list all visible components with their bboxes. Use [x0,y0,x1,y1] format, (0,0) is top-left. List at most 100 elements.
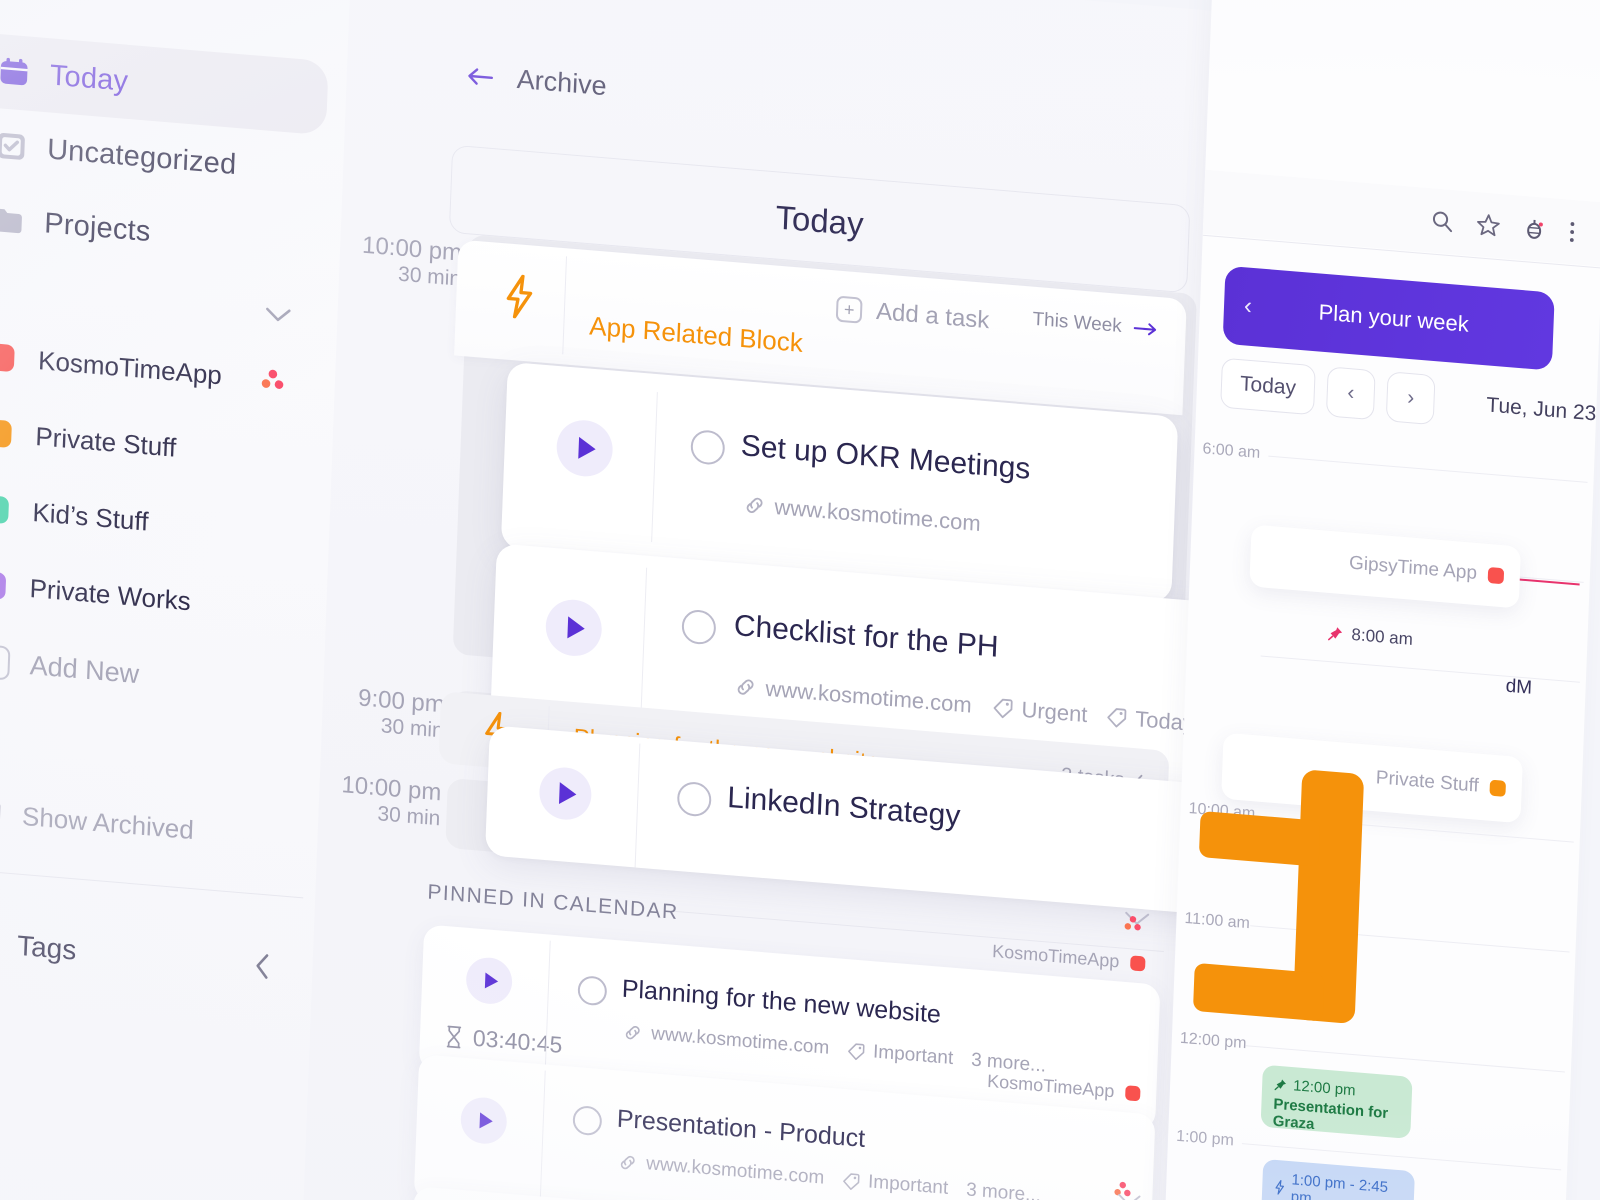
project-color-swatch [0,494,10,524]
calendar-date: Tue, Jun 23 [1485,393,1597,426]
task-title: Set up OKR Meetings [740,429,1031,486]
more-tags-label[interactable]: 3 more... [966,1179,1042,1200]
this-week-label: This Week [1032,308,1123,338]
divider [539,1070,546,1200]
checkbox-icon [0,133,25,160]
block-title: App Related Block [588,310,804,358]
chevron-down-icon[interactable] [263,305,294,325]
task-checkbox[interactable] [690,429,726,466]
task-checkbox[interactable] [681,608,717,646]
search-icon[interactable] [1429,207,1456,235]
plan-week-label: Plan your week [1318,299,1470,337]
task-tag[interactable]: Important [847,1039,954,1070]
link-icon-group[interactable]: www.kosmotime.com [733,673,972,719]
divider [562,256,568,355]
folder-icon [0,208,22,234]
calendar-focus-block[interactable] [1192,962,1325,1022]
calendar-pinned-task[interactable]: Private Stuff [1221,732,1523,824]
chevron-left-icon[interactable] [252,950,273,982]
show-archived-label: Show Archived [21,800,195,845]
sidebar-item-label: Today [49,58,129,98]
play-icon [578,436,597,461]
task-tag[interactable]: Important [842,1169,949,1200]
chevron-left-icon: ‹ [1243,292,1253,320]
arrow-left-icon [468,67,494,85]
calendar-controls: Today ‹ › [1220,357,1436,426]
archive-icon [0,799,1,827]
task-tag[interactable]: Urgent [991,694,1088,728]
tag-label: Urgent [1021,696,1088,728]
start-timer-button[interactable] [555,418,614,479]
kebab-menu-icon[interactable] [1567,219,1578,246]
calendar-hour-label: 1:00 pm [1175,1127,1235,1150]
star-icon[interactable] [1475,211,1502,239]
link-icon-group[interactable]: www.kosmotime.com [742,491,981,537]
next-day-button[interactable]: › [1385,371,1436,426]
play-icon [484,972,498,990]
task-checkbox[interactable] [572,1104,603,1137]
task-title: Planning for the new website [621,974,942,1029]
arrow-right-icon [1133,323,1157,336]
sidebar-item-label: Projects [43,206,152,248]
add-a-task-button[interactable]: + Add a task [835,295,990,336]
task-title: Checklist for the PH [733,608,1000,664]
link-icon [620,1155,635,1170]
extension-icon[interactable] [1521,215,1548,243]
project-color-dot [1125,1085,1141,1102]
play-icon [478,1112,493,1130]
calendar-icon [0,57,28,86]
task-link: www.kosmotime.com [650,1023,830,1059]
project-label: Kid’s Stuff [32,496,149,537]
tags-label: Tags [16,929,77,966]
back-to-archive-button[interactable]: Archive [464,60,607,103]
project-label: Private Works [29,572,192,616]
task-checkbox[interactable] [676,780,712,818]
asana-icon [1122,914,1143,939]
event-name: Presentation for Graza [1272,1095,1389,1134]
calendar-focus-block[interactable] [1198,810,1321,867]
plus-icon: + [0,643,11,681]
prev-day-button[interactable]: ‹ [1325,366,1376,421]
task-checkbox[interactable] [577,975,608,1007]
project-name: Private Stuff [1375,767,1480,797]
pin-icon [1274,1079,1287,1091]
tag-icon [1106,708,1127,728]
start-timer-button[interactable] [538,765,593,822]
task-title: Presentation - Product [616,1104,866,1153]
calendar-hour-label: 6:00 am [1202,440,1261,462]
chevron-down-icon[interactable] [1116,1192,1143,1200]
back-label: Archive [516,63,608,102]
show-archived-button[interactable]: Show Archived [0,773,337,877]
sidebar-item-tags[interactable]: Tags [0,898,332,1012]
link-icon-group[interactable]: www.kosmotime.com [617,1151,825,1190]
start-timer-button[interactable] [465,955,513,1006]
section-divider [674,910,1164,953]
link-icon-group[interactable]: www.kosmotime.com [622,1021,830,1060]
calendar-pinned-task[interactable]: GipsyTime App [1249,524,1522,609]
task-link: www.kosmotime.com [774,494,982,536]
tag-icon [848,1042,865,1060]
calendar-gridline [1268,455,1588,483]
timer-value: 03:40:45 [472,1024,563,1058]
start-timer-button[interactable] [544,597,603,659]
play-icon [567,616,586,640]
start-timer-button[interactable] [459,1095,508,1146]
project-color-swatch [0,342,15,372]
task-project-tag[interactable]: KosmoTimeApp [992,941,1146,975]
project-color-swatch [0,570,7,600]
plan-your-week-button[interactable]: ‹ Plan your week [1222,265,1555,371]
project-label: KosmoTimeApp [37,344,223,390]
calendar-event-presentation[interactable]: 12:00 pm Presentation for Graza [1260,1064,1413,1139]
project-name: GipsyTime App [1348,552,1478,585]
this-week-button[interactable]: This Week [1032,309,1158,341]
event-time-label: 1:00 pm - 2:45 pm [1290,1171,1389,1200]
calendar-event-product-strategy[interactable]: 1:00 pm - 2:45 pm Product Strategy [1257,1158,1415,1200]
task-tag[interactable]: Today [1105,704,1194,737]
task-title: LinkedIn Strategy [726,780,961,833]
divider [634,743,641,868]
event-time-label: 12:00 pm [1292,1077,1356,1100]
divider [639,567,648,728]
task-meta: www.kosmotime.com [742,491,981,537]
bolt-icon [1275,1179,1285,1195]
today-button[interactable]: Today [1220,357,1316,416]
